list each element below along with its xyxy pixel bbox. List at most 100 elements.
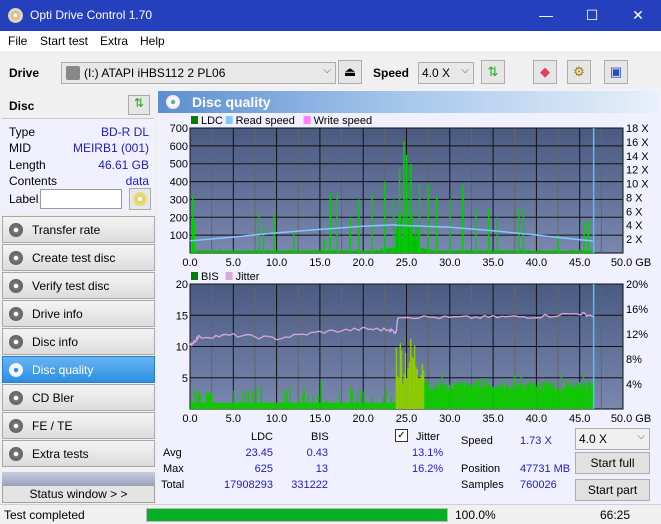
total-bis: 331222 [291,479,328,491]
x-tick-label: 50.0 GB [611,413,651,425]
y-tick-label: 20 [176,279,188,291]
y2-tick-label: 12% [626,329,648,341]
speed-label: Speed [373,66,410,80]
jitter-label: Jitter [416,431,440,443]
nav-label: Extra tests [32,447,89,461]
x-tick-label: 30.0 [439,413,460,425]
y-tick-label: 400 [170,177,188,189]
disc-info-icon [9,335,23,349]
y-tick-label: 700 [170,123,188,135]
speed-stat-value: 1.73 X [520,435,552,447]
legend-label: Write speed [314,115,373,127]
y2-tick-label: 12 X [626,165,649,177]
x-tick-label: 40.0 [526,413,547,425]
disc-title: Disc [9,99,35,113]
max-bis: 13 [315,463,328,475]
speed-stat-label: Speed [461,435,493,447]
nav-cd-bler[interactable]: CD Bler [2,384,155,411]
start-part-button[interactable]: Start part [575,479,650,501]
x-tick-label: 0.0 [182,257,197,269]
nav-fe-te[interactable]: FE / TE [2,412,155,439]
drive-icon [66,66,80,80]
drive-select[interactable]: (I:) ATAPI iHBS112 2 PL06 ⌵ [61,62,336,84]
erase-icon[interactable]: ◆ [533,60,557,84]
nav-disc-quality[interactable]: Disc quality [2,356,155,383]
nav-verify-test-disc[interactable]: Verify test disc [2,272,155,299]
y2-tick-label: 20% [626,279,648,291]
disc-quality-icon [9,363,23,377]
x-tick-label: 45.0 [569,413,590,425]
progress-fill [147,509,447,521]
contents-value: data [125,174,149,188]
legend-swatch [191,272,198,280]
nav-disc-info[interactable]: Disc info [2,328,155,355]
y-tick-label: 300 [170,194,188,206]
nav-label: Disc info [32,335,79,349]
drive-value: (I:) ATAPI iHBS112 2 PL06 [84,66,226,80]
disc-quality-panel: Disc quality LDC Read speed Write speed 0.0… [158,89,661,504]
total-ldc: 17908293 [224,479,273,491]
close-button[interactable]: ✕ [615,0,661,31]
y2-tick-label: 4 X [626,220,643,232]
x-tick-label: 20.0 [352,257,373,269]
y-tick-label: 10 [176,342,188,354]
y-tick-label: 500 [170,159,188,171]
y2-tick-label: 16% [626,304,648,316]
app-icon [8,8,23,23]
elapsed-time: 66:25 [600,508,631,522]
chevron-down-icon: ⌵ [461,65,469,76]
max-label: Max [163,463,184,475]
avg-label: Avg [163,447,182,459]
type-value: BD-R DL [100,125,149,139]
bis-column-header: BIS [311,431,329,443]
x-tick-label: 25.0 [396,413,417,425]
nav-create-test-disc[interactable]: Create test disc [2,244,155,271]
nav-label: Drive info [32,307,83,321]
refresh-icon[interactable]: ⇅ [481,60,505,84]
drive-info-icon [9,307,23,321]
y-tick-label: 600 [170,141,188,153]
legend-label: BIS [201,271,219,283]
nav-drive-info[interactable]: Drive info [2,300,155,327]
speed-select[interactable]: 4.0 X ⌵ [418,62,474,84]
disc-header: Disc ⇅ [2,91,154,119]
y2-tick-label: 10 X [626,179,649,191]
title-bar: Opti Drive Control 1.70 — ☐ ✕ [0,0,661,31]
y-tick-label: 100 [170,230,188,242]
menu-start-test[interactable]: Start test [40,34,88,48]
y2-tick-label: 8% [626,354,642,366]
x-tick-label: 10.0 [266,413,287,425]
x-tick-label: 30.0 [439,257,460,269]
minimize-button[interactable]: — [523,0,569,31]
eject-button[interactable]: ⏏ [338,60,362,84]
test-speed-select[interactable]: 4.0 X ⌵ [575,428,650,450]
max-ldc: 625 [254,463,273,475]
menu-help[interactable]: Help [140,34,165,48]
menu-extra[interactable]: Extra [100,34,128,48]
x-tick-label: 0.0 [182,413,197,425]
maximize-button[interactable]: ☐ [569,0,615,31]
menu-file[interactable]: File [8,34,27,48]
nav-label: Transfer rate [32,223,101,237]
settings-icon[interactable]: ⚙ [567,60,591,84]
status-window-button[interactable]: Status window > > [2,485,155,503]
panel-title: Disc quality [192,94,271,110]
refresh-disc-icon[interactable]: ⇅ [128,95,150,115]
nav-transfer-rate[interactable]: Transfer rate [2,216,155,243]
y2-tick-label: 8 X [626,192,643,204]
nav-extra-tests[interactable]: Extra tests [2,440,155,467]
x-tick-label: 50.0 GB [611,257,651,269]
save-icon[interactable]: ▣ [604,60,628,84]
disc-label-button[interactable] [129,188,151,210]
chevron-down-icon: ⌵ [637,431,645,442]
cd-bler-icon [9,391,23,405]
jitter-max: 16.2% [412,463,444,475]
y2-tick-label: 6 X [626,206,643,218]
x-tick-label: 40.0 [526,257,547,269]
x-tick-label: 45.0 [569,257,590,269]
position-label: Position [461,463,501,475]
jitter-checkbox[interactable]: ✓ [395,429,408,442]
start-full-button[interactable]: Start full [575,452,650,474]
x-tick-label: 35.0 [482,257,503,269]
label-input[interactable] [40,189,122,209]
